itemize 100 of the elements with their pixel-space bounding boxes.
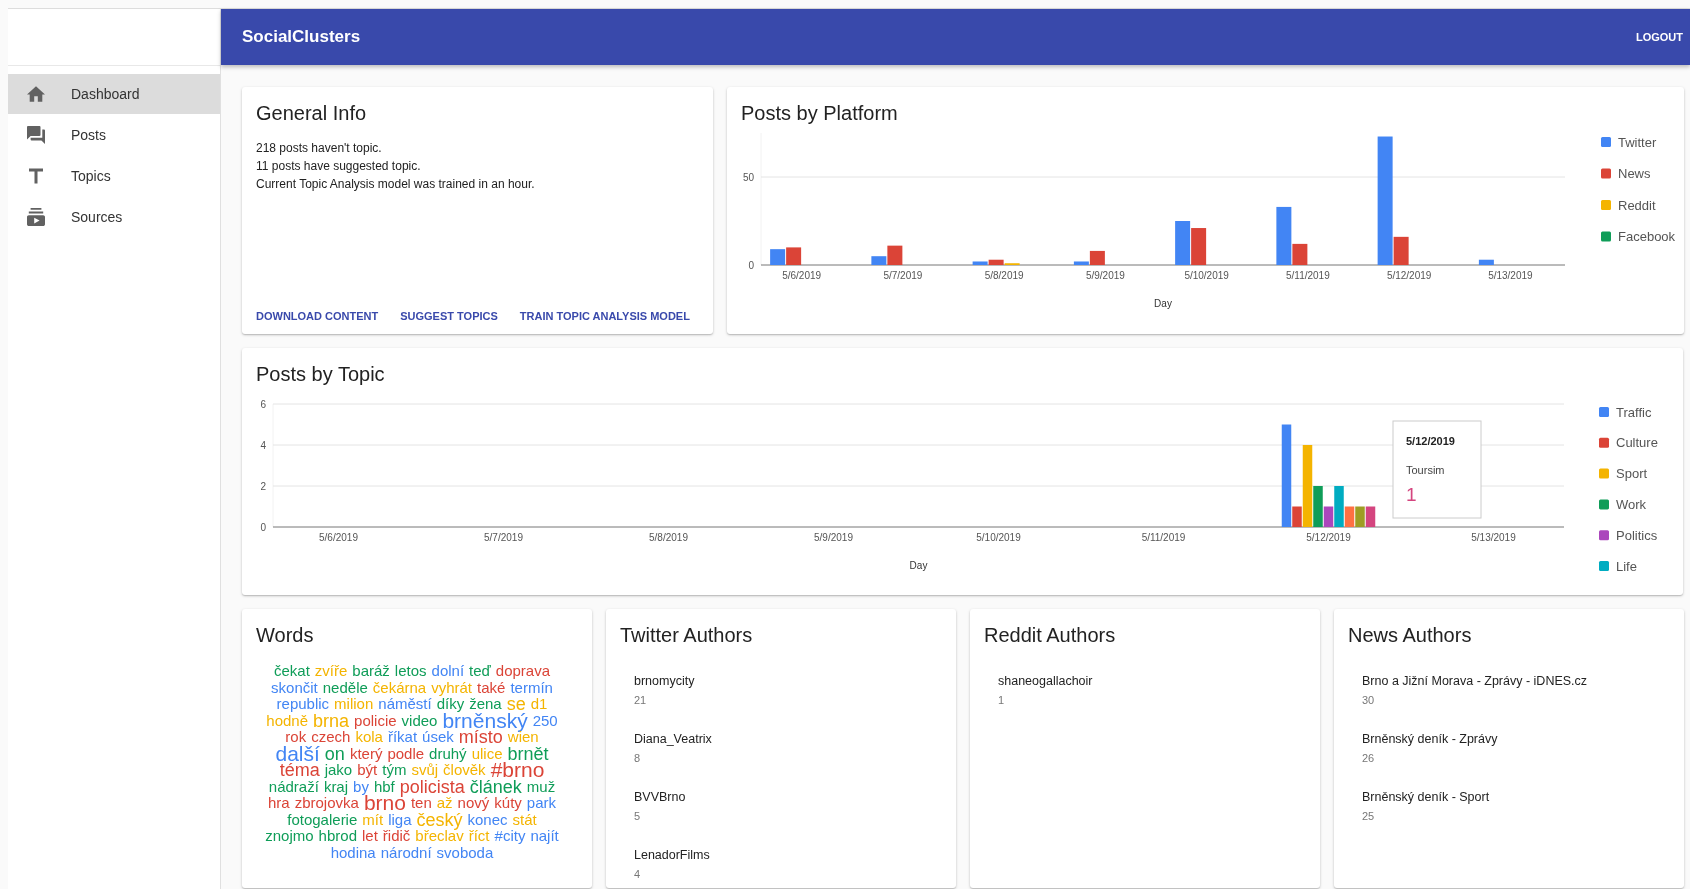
cloud-word: let [362,828,378,845]
cloud-word: tým [382,762,407,779]
action-link[interactable]: SUGGEST TOPICS [400,310,498,322]
cloud-word: kúty [494,795,522,812]
cloud-word: czech [311,729,351,746]
info-text: 218 posts haven't topic. [256,140,382,157]
post-count: 4 [634,867,641,882]
cloud-word: d1 [530,696,548,713]
tooltip-title: 5/12/2019 [1406,435,1455,447]
info-text: Current Topic Analysis model was trained in an hour. [256,176,535,193]
cloud-word: brna [313,712,350,729]
cloud-word: říct [468,828,490,845]
cloud-word: by [353,778,369,795]
action-link[interactable]: DOWNLOAD CONTENT [256,310,379,322]
bar [1365,506,1376,527]
tooltip-label: Toursim [1406,464,1445,476]
cloud-word: neděle [322,679,368,696]
legend-label: Twitter [1618,134,1657,150]
legend-label: Reddit [1618,197,1656,213]
info-text: 11 posts have suggested topic. [256,158,421,175]
axis-title: Day [909,560,928,571]
post-count: 30 [1362,693,1375,708]
axis-tick-label: 2 [260,480,266,492]
legend-label: Life [1616,558,1637,574]
cloud-word: být [357,762,378,779]
tooltip-value: 1 [1406,484,1417,505]
axis-tick-label: 50 [742,171,754,183]
cloud-word: hbf [373,778,395,795]
author-name: shaneogallachoir [998,673,1093,689]
cloud-word: dolní [431,663,465,680]
axis-tick-label: 5/11/2019 [1286,270,1330,281]
cloud-word: zbrojovka [294,795,359,812]
cloud-word: #brno [490,762,545,779]
cloud-word: #city [494,828,526,845]
action-link[interactable]: TRAIN TOPIC ANALYSIS MODEL [519,310,690,322]
app-title: SocialClusters [242,27,361,47]
cloud-word: téma [279,762,320,779]
cloud-word: konec [467,811,508,828]
bar [1478,259,1494,265]
axis-tick-label: 5/9/2019 [814,532,853,543]
card-title: Reddit Authors [984,624,1116,646]
legend-label: News [1618,166,1651,181]
legend-label: Traffic [1616,404,1652,420]
axis-tick-label: 5/12/2019 [1386,270,1432,281]
cloud-word: letos [394,663,427,680]
cloud-word: břeclav [415,828,464,845]
cloud-word: rok [285,729,307,746]
sidebar-item[interactable]: Topics [8,156,220,196]
post-count: 21 [634,693,647,708]
cloud-word: nádraží [268,778,319,795]
sidebar-item[interactable]: Dashboard [8,74,220,114]
cloud-word: čekárna [372,679,427,696]
cloud-word: mít [362,811,384,828]
legend-label: Facebook [1618,229,1676,244]
cloud-word: další [275,745,320,762]
cloud-word: vyhrát [431,679,473,696]
axis-tick-label: 4 [260,439,266,451]
post-count: 25 [1362,809,1375,824]
cloud-word: jako [324,762,353,779]
logout-button[interactable]: LOGOUT [1635,23,1683,51]
author-name: Brno a Jižní Morava - Zprávy - iDNES.cz [1362,673,1588,689]
cloud-word: video [401,712,438,729]
legend-label: Culture [1616,435,1658,451]
chat-icon [27,126,45,144]
card-title: General Info [256,102,367,124]
axis-tick-label: 0 [260,521,266,533]
cloud-word: místo [458,729,503,746]
card-title: Posts by Platform [741,102,898,124]
cloud-word: 250 [532,712,558,729]
cloud-word: podle [387,745,425,762]
bar [1355,506,1365,527]
cloud-word: znojmo [265,828,314,845]
cloud-word: stát [512,811,537,828]
cloud-word: baráž [352,663,390,680]
card-title: Twitter Authors [620,624,753,646]
axis-tick-label: 5/6/2019 [782,270,822,281]
cloud-word: park [526,795,556,812]
cloud-word: teď [469,663,491,680]
cloud-word: svoboda [436,844,494,861]
axis-tick-label: 5/12/2019 [1306,532,1351,543]
bar [1191,228,1207,265]
axis-tick-label: 5/8/2019 [649,532,688,543]
cloud-word: kola [355,729,383,746]
author-name: LenadorFilms [634,847,710,863]
cloud-word: druhý [429,745,467,762]
cloud-word: díky [436,696,465,713]
bar [1175,221,1191,265]
legend-label: Work [1616,496,1647,512]
cloud-word: čekat [273,663,310,680]
axis-tick-label: 5/7/2019 [484,532,523,543]
sidebar-item[interactable]: Posts [8,115,220,155]
cloud-word: žena [469,696,502,713]
post-count: 26 [1362,751,1375,766]
cloud-word: fotogalerie [287,811,358,828]
cloud-word: muž [526,778,556,795]
axis-tick-label: 0 [748,259,754,271]
post-count: 5 [634,809,641,824]
sidebar-item[interactable]: Sources [8,197,220,237]
author-name: brnomycity [634,673,695,689]
home-icon [27,85,45,103]
